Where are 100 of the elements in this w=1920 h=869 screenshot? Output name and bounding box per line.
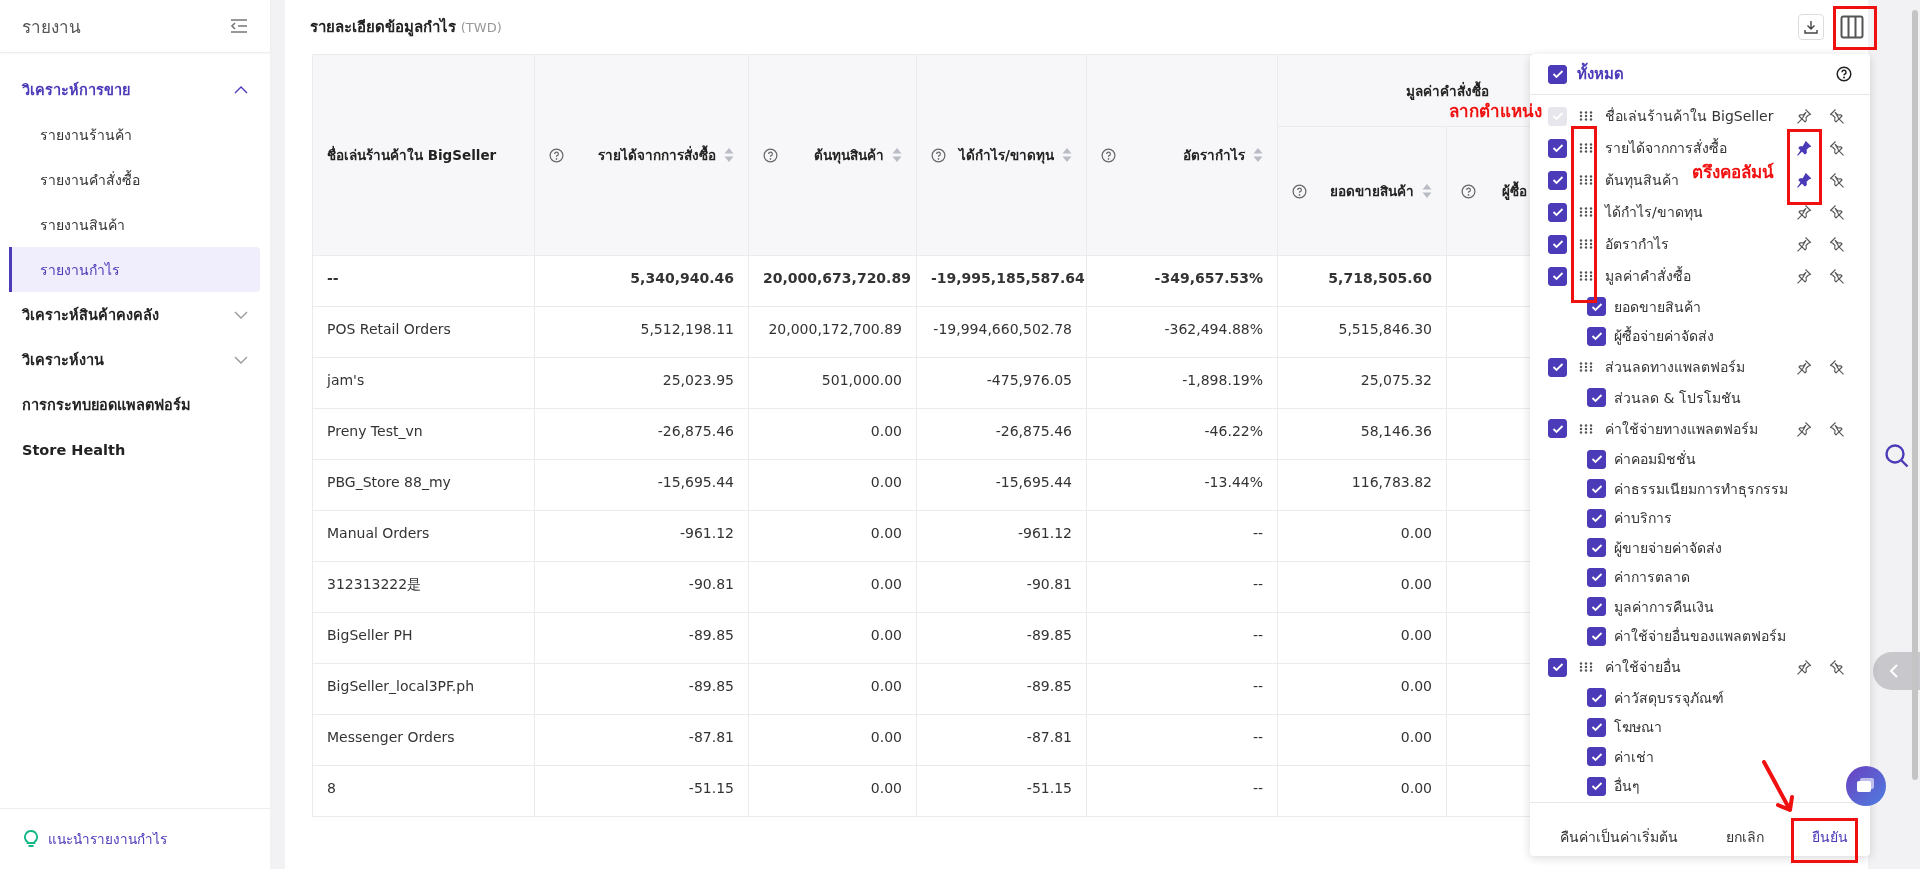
column-option: อัตรากำไร (1605, 233, 1669, 255)
column-option: โฆษณา (1614, 716, 1662, 739)
menu-group[interactable]: การกระทบยอดแพลตฟอร์ม (0, 382, 270, 427)
report-title: รายละเอียดข้อมูลกำไร (TWD) (310, 16, 502, 39)
checkbox[interactable] (1548, 234, 1567, 254)
checkbox[interactable] (1587, 567, 1606, 587)
checkmark-icon (1590, 483, 1603, 494)
menu-item[interactable]: รายงานร้านค้า (0, 112, 260, 157)
confirm-button[interactable]: ยืนยัน (1804, 822, 1856, 852)
annotation-label: ตรึงคอลัมน์ (1692, 161, 1774, 184)
help-icon[interactable] (1836, 66, 1852, 82)
drag-handle-icon[interactable] (1579, 175, 1593, 185)
column-option: ส่วนลด & โปรโมชัน (1614, 386, 1741, 409)
checkbox[interactable] (1587, 449, 1606, 469)
collapse-menu-icon[interactable] (230, 18, 248, 34)
pin-icon[interactable] (1796, 359, 1812, 375)
menu-group[interactable]: วิเคราะห์การขาย (0, 67, 270, 112)
checkbox[interactable] (1587, 388, 1606, 408)
pin-right-icon[interactable] (1829, 204, 1845, 220)
checkbox[interactable] (1548, 657, 1567, 677)
drag-handle-icon[interactable] (1579, 271, 1593, 281)
checkbox[interactable] (1548, 64, 1567, 84)
pin-right-icon[interactable] (1829, 236, 1845, 252)
select-all-label[interactable]: ทั้งหมด (1577, 62, 1624, 86)
checkmark-icon (1590, 781, 1603, 792)
drag-handle-icon[interactable] (1579, 111, 1593, 121)
drag-handle-icon[interactable] (1579, 362, 1593, 372)
pinned-icon[interactable] (1796, 172, 1812, 188)
checkmark-icon (1551, 207, 1564, 217)
table-cell: -87.81 (1026, 729, 1072, 745)
table-cell: -89.85 (688, 627, 734, 643)
checkbox[interactable] (1587, 688, 1606, 708)
column-header: ชื่อเล่นร้านค้าใน BigSeller (327, 145, 497, 165)
checkbox[interactable] (1548, 138, 1567, 158)
checkbox[interactable] (1587, 717, 1606, 737)
drag-handle-icon[interactable] (1579, 662, 1593, 672)
search-icon[interactable] (1884, 443, 1910, 469)
checkbox[interactable] (1587, 747, 1606, 767)
columns-icon[interactable] (1840, 15, 1864, 39)
table-cell: 312313222是 (327, 576, 422, 592)
pin-right-icon[interactable] (1829, 108, 1845, 124)
checkbox[interactable] (1548, 266, 1567, 286)
column-option: ได้กำไร/ขาดทุน (1605, 201, 1703, 223)
table-cell: -961.12 (679, 525, 734, 541)
checkbox[interactable] (1548, 419, 1567, 438)
menu-item[interactable]: รายงานสินค้า (0, 202, 260, 247)
table-cell: -13.44% (1204, 474, 1263, 490)
pin-icon[interactable] (1796, 204, 1812, 220)
table-cell: 501,000.00 (821, 372, 902, 388)
checkbox[interactable] (1548, 357, 1567, 377)
checkbox[interactable] (1587, 508, 1606, 528)
checkmark-icon (1590, 631, 1603, 642)
drag-handle-icon[interactable] (1579, 239, 1593, 249)
pin-right-icon[interactable] (1829, 659, 1845, 675)
checkbox[interactable] (1587, 538, 1606, 558)
checkmark-icon (1590, 722, 1603, 733)
table-cell: 0.00 (1400, 525, 1432, 541)
pin-right-icon[interactable] (1829, 172, 1845, 188)
checkbox[interactable] (1587, 626, 1606, 646)
pin-icon[interactable] (1796, 420, 1812, 437)
menu-item[interactable]: รายงานคำสั่งซื้อ (0, 157, 260, 202)
column-header: ต้นทุนสินค้า (814, 146, 884, 166)
menu-group[interactable]: Store Health (0, 427, 270, 472)
scrollbar[interactable] (1912, 10, 1918, 780)
table-cell: -- (1252, 780, 1263, 796)
pin-icon[interactable] (1796, 236, 1812, 252)
drag-handle-icon[interactable] (1579, 143, 1593, 153)
download-button[interactable] (1798, 14, 1824, 40)
pin-right-icon[interactable] (1829, 359, 1845, 375)
menu-group[interactable]: วิเคราะห์สินค้าคงคลัง (0, 292, 270, 337)
checkmark-icon (1551, 662, 1564, 672)
table-cell: 0.00 (870, 474, 902, 490)
menu-group[interactable]: วิเคราะห์งาน (0, 337, 270, 382)
checkbox[interactable] (1587, 597, 1606, 617)
pin-right-icon[interactable] (1829, 140, 1845, 156)
table-cell: -961.12 (1017, 525, 1072, 541)
table-cell: 116,783.82 (1351, 474, 1432, 490)
text-button[interactable]: ยกเลิก (1718, 822, 1772, 852)
drag-handle-icon[interactable] (1579, 207, 1593, 217)
checkmark-icon (1551, 362, 1564, 372)
checkbox[interactable] (1548, 202, 1567, 222)
checkmark-icon (1590, 301, 1603, 312)
menu-item[interactable]: รายงานกำไร (9, 247, 260, 292)
checkbox[interactable] (1587, 326, 1606, 346)
hint-link[interactable]: แนะนำรายงานกำไร (48, 828, 167, 850)
chevron-icon (234, 310, 248, 319)
pin-right-icon[interactable] (1829, 420, 1845, 437)
checkbox[interactable] (1587, 297, 1606, 317)
chat-button[interactable] (1846, 766, 1886, 806)
pin-icon[interactable] (1796, 268, 1812, 284)
pin-icon[interactable] (1796, 659, 1812, 675)
checkbox[interactable] (1587, 479, 1606, 499)
checkbox[interactable] (1587, 776, 1606, 796)
checkbox[interactable] (1548, 170, 1567, 190)
text-button[interactable]: คืนค่าเป็นค่าเริ่มต้น (1552, 822, 1686, 852)
pinned-icon[interactable] (1796, 140, 1812, 156)
drag-handle-icon[interactable] (1579, 423, 1593, 434)
table-cell: -475,976.05 (986, 372, 1072, 388)
pin-right-icon[interactable] (1829, 268, 1845, 284)
table-cell: -90.81 (1026, 576, 1072, 592)
